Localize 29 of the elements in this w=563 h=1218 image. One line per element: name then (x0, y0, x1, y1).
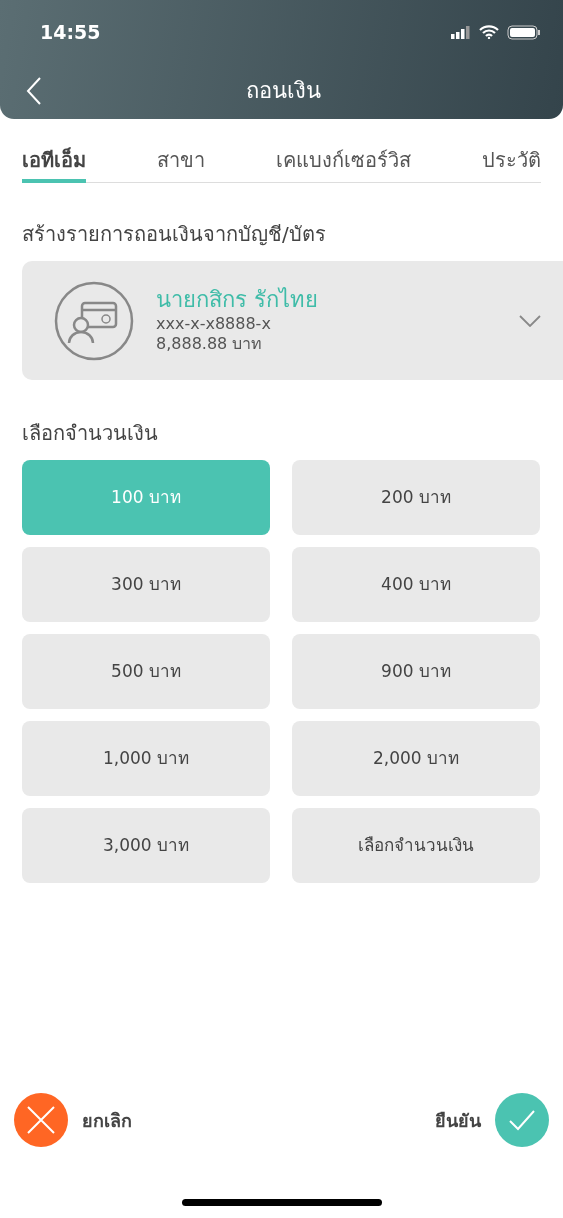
account-card-icon (54, 280, 134, 361)
amount-button[interactable]: 1,000 บาท (22, 721, 270, 796)
amount-button[interactable]: 500 บาท (22, 634, 270, 709)
amount-button[interactable]: 200 บาท (292, 460, 540, 535)
account-number: xxx-x-x8888-x (156, 313, 272, 334)
signal-icon (451, 25, 471, 39)
account-selector[interactable]: นายกสิกร รักไทย xxx-x-x8888-x 8,888.88 บาท (22, 261, 563, 380)
tab[interactable]: สาขา (157, 145, 205, 183)
amount-button[interactable]: เลือกจำนวนเงิน (292, 808, 540, 883)
tab[interactable]: ประวัติ (482, 145, 541, 183)
tab[interactable]: เคแบงก์เซอร์วิส (276, 145, 411, 183)
section-title: สร้างรายการถอนเงินจากบัญชี/บัตร (22, 221, 327, 248)
tab[interactable]: เอทีเอ็ม (22, 145, 86, 183)
battery-icon (507, 24, 541, 40)
wifi-icon (479, 25, 499, 40)
section-title: เลือกจำนวนเงิน (22, 420, 159, 447)
account-name: นายกสิกร รักไทย (156, 287, 319, 314)
status-time: 14:55 (40, 20, 101, 45)
amount-button[interactable]: 400 บาท (292, 547, 540, 622)
page-title: ถอนเงิน (246, 78, 321, 104)
chevron-down-icon (519, 314, 541, 327)
cancel-button[interactable]: ยกเลิก (14, 1093, 132, 1147)
amount-button[interactable]: 2,000 บาท (292, 721, 540, 796)
back-button[interactable] (26, 76, 42, 105)
amount-button[interactable]: 900 บาท (292, 634, 540, 709)
confirm-button[interactable]: ยืนยัน (435, 1093, 549, 1147)
amount-button[interactable]: 3,000 บาท (22, 808, 270, 883)
amount-button[interactable]: 300 บาท (22, 547, 270, 622)
account-balance: 8,888.88 บาท (156, 333, 264, 354)
